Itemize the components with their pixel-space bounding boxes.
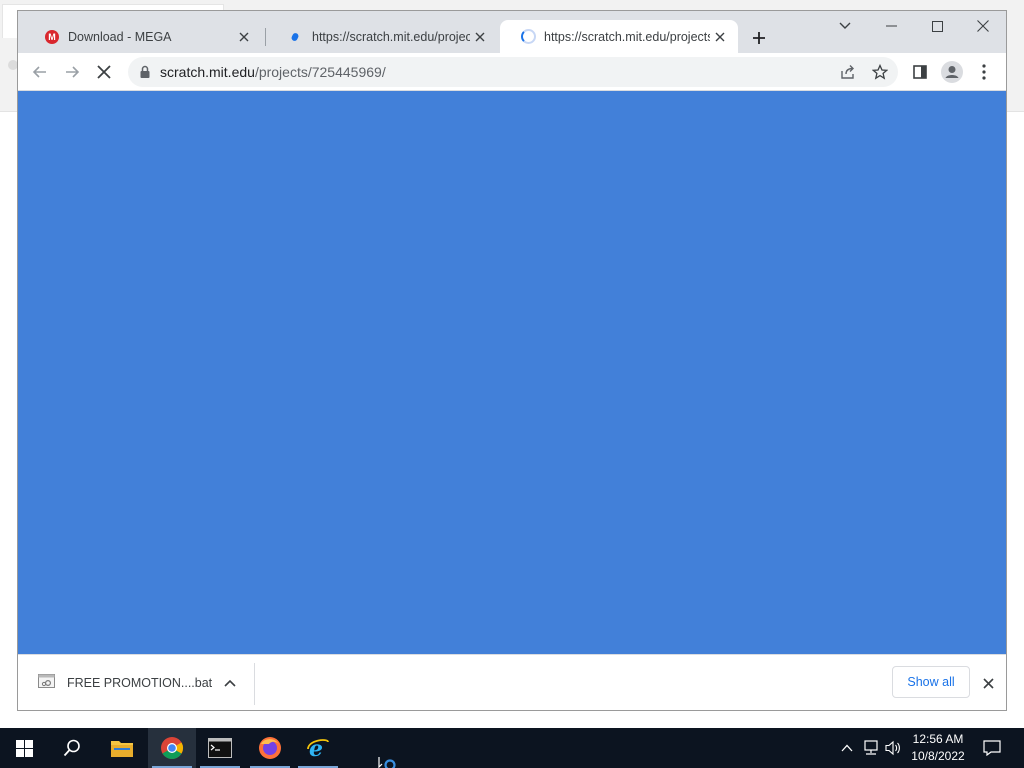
close-window-button[interactable] [960,11,1006,41]
minimize-button[interactable] [868,11,914,41]
chevron-up-icon[interactable] [222,675,238,691]
clock-date: 10/8/2022 [911,749,965,763]
search-button[interactable] [48,728,96,768]
mega-logo-icon: M [44,29,60,45]
tab-mega[interactable]: M Download - MEGA [24,20,262,53]
batch-file-icon [38,674,55,688]
tab-strip: M Download - MEGA https://scratch.mit.ed… [18,11,1006,53]
file-explorer-button[interactable] [98,728,146,768]
scratch-favicon-icon [288,29,304,45]
tab-scratch-active[interactable]: https://scratch.mit.edu/projects/ [500,20,738,53]
tab-scratch[interactable]: https://scratch.mit.edu/projects/ [268,20,498,53]
loading-spinner-icon [520,29,536,45]
notifications-button[interactable] [978,728,1006,768]
arrow-right-icon [66,66,80,78]
download-item[interactable]: FREE PROMOTION....bat [18,655,255,710]
windows-logo-icon [15,739,33,757]
maximize-icon [931,20,943,32]
plus-icon [753,32,765,44]
chevron-up-icon [841,744,853,752]
browser-window: M Download - MEGA https://scratch.mit.ed… [17,10,1007,711]
arrow-left-icon [32,66,46,78]
taskbar: e 12:56 AM 10/8/2022 [0,728,1024,768]
download-file-name: FREE PROMOTION....bat [67,676,213,690]
share-icon [841,65,854,79]
url-text[interactable]: scratch.mit.edu/projects/725445969/ [160,64,386,80]
url-path: /projects/725445969/ [254,64,386,80]
system-clock[interactable]: 12:56 AM 10/8/2022 [900,731,976,765]
internet-explorer-button[interactable]: e [294,728,342,768]
side-panel-button[interactable] [906,58,934,86]
tab-title: https://scratch.mit.edu/projects/ [544,29,710,44]
command-prompt-button[interactable] [196,728,244,768]
star-icon [872,64,888,80]
terminal-icon [208,738,232,758]
side-panel-icon [913,65,927,79]
search-icon [63,739,80,757]
firefox-button[interactable] [246,728,294,768]
tab-separator [265,28,266,46]
maximize-button[interactable] [914,11,960,41]
bookmark-button[interactable] [870,62,890,82]
firefox-icon [259,737,281,759]
close-icon[interactable] [710,27,730,47]
kebab-menu-icon [982,64,986,80]
profile-button[interactable] [938,58,966,86]
stop-button[interactable] [90,58,118,86]
menu-button[interactable] [970,58,998,86]
url-domain: scratch.mit.edu [160,64,255,80]
address-bar[interactable]: scratch.mit.edu/projects/725445969/ [128,57,898,87]
tab-title: https://scratch.mit.edu/projects/ [312,29,470,44]
internet-explorer-icon: e [307,736,329,760]
chrome-icon [161,737,183,759]
lock-icon [140,65,150,78]
back-button[interactable] [26,58,54,86]
close-icon [982,677,994,689]
cursor-icon [378,757,396,768]
network-icon [864,740,878,755]
tab-title: Download - MEGA [68,29,172,44]
close-shelf-button[interactable] [978,673,998,693]
notification-icon [983,740,1001,756]
share-button[interactable] [838,62,858,82]
close-icon [977,20,989,32]
minimize-icon [885,25,897,27]
new-tab-button[interactable] [746,25,772,51]
download-shelf: FREE PROMOTION....bat Show all [18,654,1006,710]
network-button[interactable] [860,728,882,768]
stop-icon [97,65,111,79]
show-all-button[interactable]: Show all [892,666,970,698]
close-icon[interactable] [234,27,254,47]
avatar-icon [941,61,963,83]
tab-search-button[interactable] [822,11,868,41]
page-content[interactable] [18,91,1006,654]
start-button[interactable] [0,728,48,768]
folder-icon [111,741,133,757]
show-hidden-icons-button[interactable] [838,728,856,768]
clock-time: 12:56 AM [912,732,964,746]
browser-toolbar: scratch.mit.edu/projects/725445969/ [18,53,1006,90]
chevron-down-icon [839,22,851,29]
forward-button[interactable] [58,58,86,86]
chrome-button[interactable] [148,728,196,768]
shelf-divider [254,663,255,705]
close-icon[interactable] [470,27,490,47]
